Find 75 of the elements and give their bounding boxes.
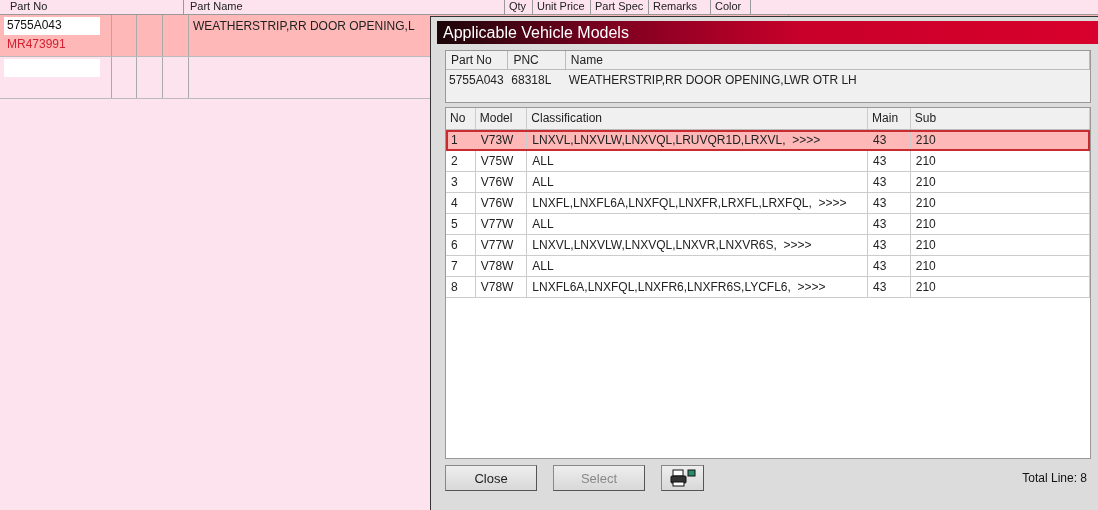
table-cell: 43 — [868, 214, 911, 234]
column-header: Color — [711, 0, 751, 14]
table-cell: 2 — [446, 151, 476, 171]
column-header: Name — [565, 51, 1090, 69]
column-header[interactable]: Sub — [910, 108, 1090, 129]
table-row[interactable]: 6 V77W LNXVL,LNXVLW,LNXVQL,LNXVR,LNXVR6S, >>>> 43 210 — [446, 235, 1090, 256]
table-cell: V75W — [475, 151, 528, 171]
table-cell: 43 — [868, 172, 911, 192]
table-cell: 43 — [868, 277, 911, 297]
table-cell: 4 — [446, 193, 476, 213]
table-cell: 43 — [868, 151, 911, 171]
table-cell: 5 — [446, 214, 476, 234]
table-cell: 210 — [910, 214, 1090, 234]
table-cell: 210 — [910, 151, 1090, 171]
table-cell: LNXFL6A,LNXFQL,LNXFR6,LNXFR6S,LYCFL6, >>>> — [527, 277, 869, 297]
table-cell: 43 — [868, 235, 911, 255]
table-cell: ALL — [527, 172, 869, 192]
table-cell: LNXVL,LNXVLW,LNXVQL,LRUVQR1D,LRXVL, >>>> — [527, 130, 869, 150]
table-cell: V78W — [475, 256, 528, 276]
table-cell-text: 5755A043 — [448, 72, 505, 89]
table-cell: V76W — [475, 172, 528, 192]
table-cell: V77W — [475, 235, 528, 255]
table-cell: 210 — [910, 256, 1090, 276]
total-line-count: Total Line: 8 — [1022, 471, 1087, 485]
table-cell: 43 — [868, 193, 911, 213]
part-name: WEATHERSTRIP,RR DOOR OPENING,L — [193, 18, 415, 33]
column-header: Unit Price — [533, 0, 591, 14]
table-cell: 43 — [868, 256, 911, 276]
column-header: Remarks — [649, 0, 711, 14]
table-cell: 210 — [910, 193, 1090, 213]
table-row[interactable]: 8 V78W LNXFL6A,LNXFQL,LNXFR6,LNXFR6S,LYCFL6, >>>> 43 210 — [446, 277, 1090, 298]
table-cell-text: 68318L — [510, 72, 553, 89]
table-cell: 1 — [446, 130, 476, 150]
alternate-part-number: MR473991 — [6, 37, 67, 51]
table-row[interactable]: 7 V78W ALL 43 210 — [446, 256, 1090, 277]
column-header[interactable]: Model — [475, 108, 528, 129]
column-header[interactable]: Main — [868, 108, 911, 129]
part-number-field[interactable]: 5755A043 — [4, 17, 100, 35]
table-cell: ALL — [527, 214, 869, 234]
table-cell: LNXFL,LNXFL6A,LNXFQL,LNXFR,LRXFL,LRXFQL, >>>> — [527, 193, 869, 213]
column-header: Part No — [446, 51, 509, 69]
column-header: Part No — [0, 0, 184, 14]
table-cell: 7 — [446, 256, 476, 276]
table-cell: 210 — [910, 130, 1090, 150]
table-cell: ALL — [527, 151, 869, 171]
print-button[interactable] — [661, 465, 704, 491]
table-row[interactable]: 3 V76W ALL 43 210 — [446, 172, 1090, 193]
column-header[interactable]: Classification — [527, 108, 869, 129]
table-cell: LNXVL,LNXVLW,LNXVQL,LNXVR,LNXVR6S, >>>> — [527, 235, 869, 255]
table-cell-text: WEATHERSTRIP,RR DOOR OPENING,LWR OTR LH — [567, 72, 858, 89]
table-cell: 8 — [446, 277, 476, 297]
table-cell: 3 — [446, 172, 476, 192]
close-button[interactable]: Close — [445, 465, 537, 491]
table-cell: V78W — [475, 277, 528, 297]
table-cell: 210 — [910, 172, 1090, 192]
table-row[interactable]: 4 V76W LNXFL,LNXFL6A,LNXFQL,LNXFR,LRXFL,LRXFQL, >>>> 43 210 — [446, 193, 1090, 214]
table-cell: 210 — [910, 235, 1090, 255]
column-header: PNC — [508, 51, 566, 69]
table-row[interactable]: 1 V73W LNXVL,LNXVLW,LNXVQL,LRUVQR1D,LRXVL, >>>> 43 210 — [446, 130, 1090, 151]
column-header: Qty — [505, 0, 533, 14]
window-title: Applicable Vehicle Models — [437, 21, 1098, 44]
table-cell: V76W — [475, 193, 528, 213]
column-header: Part Name — [184, 0, 505, 14]
table-row[interactable]: 5 V77W ALL 43 210 — [446, 214, 1090, 235]
column-header[interactable]: No — [446, 108, 476, 129]
table-cell: 210 — [910, 277, 1090, 297]
table-row[interactable]: 2 V75W ALL 43 210 — [446, 151, 1090, 172]
printer-icon — [669, 469, 696, 487]
column-header: Part Spec — [591, 0, 649, 14]
table-cell: V77W — [475, 214, 528, 234]
table-cell: V73W — [475, 130, 528, 150]
table-cell: ALL — [527, 256, 869, 276]
part-number-field[interactable] — [4, 59, 100, 77]
table-cell: 6 — [446, 235, 476, 255]
table-cell: 43 — [868, 130, 911, 150]
